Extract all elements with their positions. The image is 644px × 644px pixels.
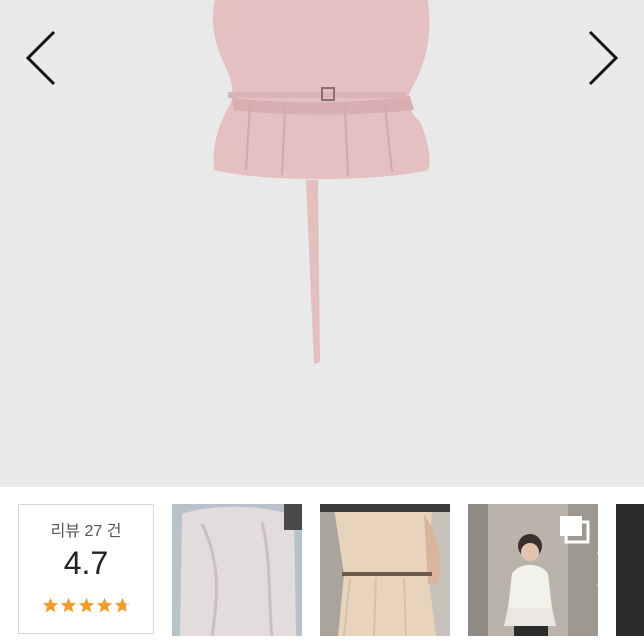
thumbnail-next-button[interactable] bbox=[592, 548, 616, 590]
review-photo-thumbnail[interactable] bbox=[320, 504, 450, 636]
chevron-left-icon bbox=[25, 30, 56, 86]
star-icon bbox=[42, 597, 58, 613]
star-icon bbox=[114, 597, 130, 613]
chevron-right-icon bbox=[588, 30, 619, 86]
star-icon bbox=[96, 597, 112, 613]
review-photo-thumbnail[interactable] bbox=[172, 504, 302, 636]
pink-top-photo bbox=[0, 0, 644, 487]
previous-image-button[interactable] bbox=[20, 28, 60, 88]
star-icon bbox=[78, 597, 94, 613]
next-image-button[interactable] bbox=[584, 28, 624, 88]
review-photo-2 bbox=[320, 504, 450, 636]
multiple-images-icon bbox=[556, 512, 592, 546]
chevron-right-icon bbox=[597, 551, 614, 587]
review-photo-1 bbox=[172, 504, 302, 636]
product-image bbox=[0, 0, 644, 487]
star-icon bbox=[60, 597, 76, 613]
review-count-label: 리뷰 27 건 bbox=[50, 523, 122, 540]
review-score: 4.7 bbox=[63, 545, 109, 581]
rating-stars bbox=[19, 597, 153, 621]
next-thumbnail-peek bbox=[616, 504, 644, 636]
review-summary-card[interactable]: 리뷰 27 건 4.7 bbox=[18, 504, 154, 634]
